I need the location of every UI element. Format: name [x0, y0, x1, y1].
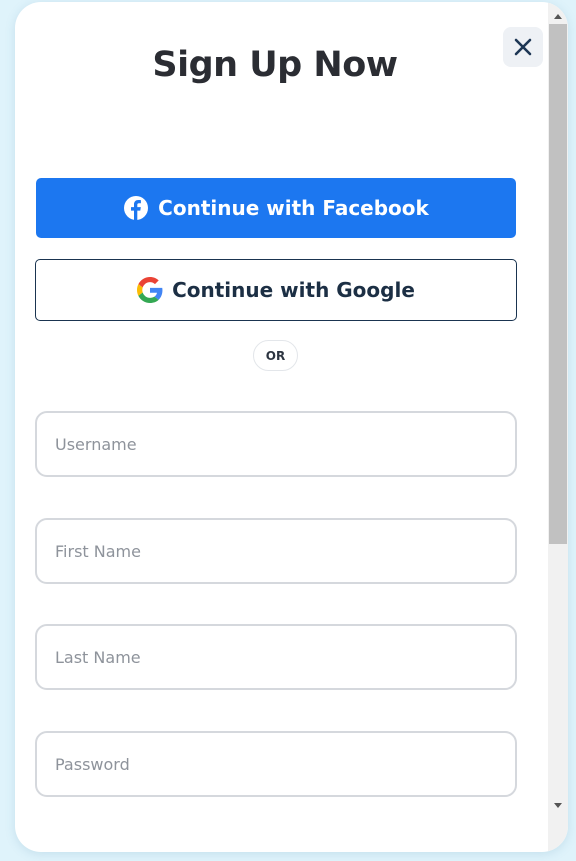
or-divider: OR: [253, 340, 298, 371]
facebook-icon: [123, 195, 149, 221]
last-name-input[interactable]: [35, 624, 517, 690]
google-icon: [137, 277, 163, 303]
scrollbar[interactable]: [548, 2, 568, 852]
continue-with-google-button[interactable]: Continue with Google: [35, 259, 517, 321]
scrollbar-thumb[interactable]: [549, 24, 567, 544]
continue-with-facebook-button[interactable]: Continue with Facebook: [36, 178, 516, 238]
close-button[interactable]: [503, 27, 543, 67]
facebook-button-label: Continue with Facebook: [158, 196, 429, 220]
password-input[interactable]: [35, 731, 517, 797]
modal-title: Sign Up Now: [152, 45, 398, 85]
signup-modal: Sign Up Now Continue with Facebook Conti…: [15, 2, 568, 852]
close-icon: [514, 38, 532, 56]
google-button-label: Continue with Google: [172, 278, 415, 302]
first-name-input[interactable]: [35, 518, 517, 584]
scroll-down-arrow-icon[interactable]: [548, 797, 568, 813]
scroll-up-arrow-icon[interactable]: [548, 8, 568, 24]
username-input[interactable]: [35, 411, 517, 477]
